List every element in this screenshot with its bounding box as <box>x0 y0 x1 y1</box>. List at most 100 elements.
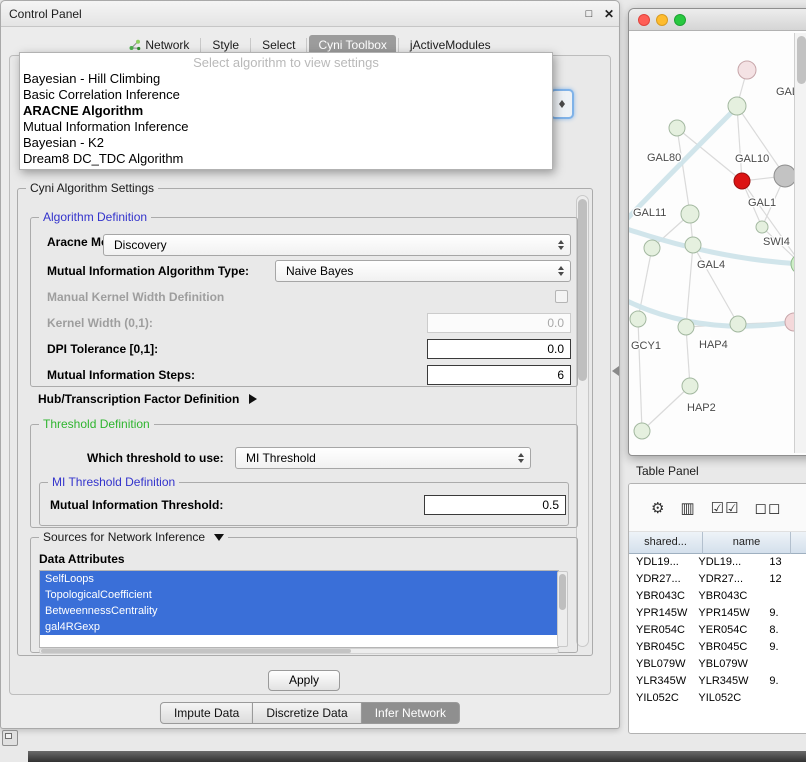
mi-steps-field[interactable]: 6 <box>427 365 571 385</box>
table-row[interactable]: YDR27...YDR27...12 <box>629 571 806 588</box>
attribute-item-betweennesscentrality[interactable]: BetweennessCentrality <box>40 603 558 619</box>
network-graph[interactable]: GAL7GAL80GAL10GAL11GAL1SWI4GAL4GCY1HAP4H… <box>629 31 806 456</box>
attribute-item-topologicalcoefficient[interactable]: TopologicalCoefficient <box>40 587 558 603</box>
bottom-tab-infer-network[interactable]: Infer Network <box>361 702 460 724</box>
network-edge <box>737 106 742 181</box>
network-node-5[interactable] <box>681 205 699 223</box>
network-vscrollbar[interactable] <box>794 33 806 453</box>
dropdown-item-dream8-dc-tdc-algorithm[interactable]: Dream8 DC_TDC Algorithm <box>20 151 552 167</box>
floating-panel-icon[interactable] <box>2 730 18 746</box>
network-node-9[interactable] <box>685 237 701 253</box>
table-row[interactable]: YLR345WYLR345W9. <box>629 673 806 690</box>
attributes-scrollbar-thumb[interactable] <box>559 574 566 610</box>
attribute-item-selfloops[interactable]: SelfLoops <box>40 571 558 587</box>
dropdown-item-basic-correlation-inference[interactable]: Basic Correlation Inference <box>20 87 552 103</box>
table-row[interactable]: YPR145WYPR145W9. <box>629 605 806 622</box>
algorithm-combo-arrow-fragment[interactable] <box>550 89 574 119</box>
manual-kernel-checkbox[interactable] <box>555 290 568 303</box>
table-row[interactable]: YBR045CYBR045C9. <box>629 639 806 656</box>
attributes-hscrollbar[interactable] <box>39 648 559 654</box>
table-cell: YBL079W <box>629 656 691 673</box>
column-header-name[interactable]: name <box>703 532 791 554</box>
table-row[interactable]: YER054CYER054C8. <box>629 622 806 639</box>
dropdown-item-aracne-algorithm[interactable]: ARACNE Algorithm <box>20 103 552 119</box>
kernel-width-field[interactable]: 0.0 <box>427 313 571 333</box>
combo-arrows-icon <box>552 240 570 250</box>
bottom-tab-impute-data[interactable]: Impute Data <box>160 702 253 724</box>
table-cell: YPR145W <box>629 605 691 622</box>
show-columns-icon[interactable]: ▥ <box>680 499 695 517</box>
minimize-traffic-light[interactable] <box>656 14 668 26</box>
aracne-mode-value: Discovery <box>104 238 552 252</box>
control-panel-titlebar: Control Panel □ ✕ <box>1 1 619 27</box>
table-toolbar: ⚙ ▥ ☑☑ ◻◻ <box>629 484 806 532</box>
network-vscrollbar-thumb[interactable] <box>797 36 806 84</box>
dropdown-placeholder: Select algorithm to view settings <box>20 54 552 71</box>
dropdown-item-mutual-information-inference[interactable]: Mutual Information Inference <box>20 119 552 135</box>
network-node-14[interactable] <box>682 378 698 394</box>
panel-collapse-arrow-icon[interactable] <box>612 366 619 376</box>
dpi-tolerance-field[interactable]: 0.0 <box>427 339 571 359</box>
network-node-label-gal11: GAL11 <box>633 207 666 219</box>
kernel-width-label: Kernel Width (0,1): <box>47 312 153 334</box>
column-header-shared[interactable]: shared... <box>629 532 703 554</box>
dropdown-item-bayesian-hill-climbing[interactable]: Bayesian - Hill Climbing <box>20 71 552 87</box>
attributes-hscrollbar-thumb[interactable] <box>41 649 351 653</box>
network-node-2[interactable] <box>669 120 685 136</box>
control-panel-window: Control Panel □ ✕ NetworkStyleSelectCyni… <box>0 0 620 729</box>
close-traffic-light[interactable] <box>638 14 650 26</box>
attribute-item-gal4rgexp[interactable]: gal4RGexp <box>40 619 558 635</box>
table-cell: YDR27... <box>629 571 691 588</box>
attributes-scrollbar[interactable] <box>557 571 568 647</box>
which-threshold-combo[interactable]: MI Threshold <box>235 447 531 469</box>
network-canvas[interactable]: GAL7GAL80GAL10GAL11GAL1SWI4GAL4GCY1HAP4H… <box>629 31 806 456</box>
table-cell: 9. <box>765 639 806 656</box>
network-edge <box>642 386 690 431</box>
table-panel: ⚙▥☑☑◻◻ shared...name YDL19...YDL19...13Y… <box>628 483 806 734</box>
aracne-mode-combo[interactable]: Discovery <box>103 234 571 256</box>
mi-type-combo[interactable]: Naive Bayes <box>275 260 571 282</box>
data-attributes-list[interactable]: SelfLoopsTopologicalCoefficientBetweenne… <box>39 570 559 648</box>
tab-label: Style <box>212 38 239 52</box>
settings-gear-icon[interactable]: ⚙ <box>651 499 665 517</box>
hub-definition-toggle[interactable]: Hub/Transcription Factor Definition <box>38 392 257 406</box>
threshold-definition-group: Threshold Definition Which threshold to … <box>30 424 578 528</box>
zoom-traffic-light[interactable] <box>674 14 686 26</box>
dropdown-item-bayesian-k2[interactable]: Bayesian - K2 <box>20 135 552 151</box>
network-node-1[interactable] <box>728 97 746 115</box>
table-row[interactable]: YIL052CYIL052C <box>629 690 806 707</box>
table-row[interactable]: YDL19...YDL19...13 <box>629 554 806 571</box>
settings-scrollbar-thumb[interactable] <box>578 199 587 381</box>
combo-arrows-icon <box>552 266 570 276</box>
algorithm-definition-legend: Algorithm Definition <box>39 210 151 224</box>
table-cell: YBR045C <box>629 639 691 656</box>
bottom-tab-discretize-data[interactable]: Discretize Data <box>252 702 361 724</box>
sources-legend-toggle[interactable]: Sources for Network Inference <box>39 530 228 544</box>
network-node-8[interactable] <box>644 240 660 256</box>
window-title: Control Panel <box>9 1 82 27</box>
column-header-2[interactable] <box>791 532 806 554</box>
network-node-11[interactable] <box>630 311 646 327</box>
table-cell: 12 <box>765 571 806 588</box>
network-node-0[interactable] <box>738 61 756 79</box>
network-node-10[interactable] <box>730 316 746 332</box>
clear-checks-icon[interactable]: ◻◻ <box>755 499 782 517</box>
network-node-12[interactable] <box>678 319 694 335</box>
table-row[interactable]: YBR043CYBR043C <box>629 588 806 605</box>
restore-window-icon[interactable]: □ <box>581 6 597 22</box>
network-node-15[interactable] <box>634 423 650 439</box>
close-window-icon[interactable]: ✕ <box>601 6 617 22</box>
mi-threshold-field[interactable]: 0.5 <box>424 495 566 515</box>
network-node-3[interactable] <box>734 173 750 189</box>
network-node-label-gal1: GAL1 <box>748 197 776 209</box>
tab-separator <box>250 38 251 52</box>
network-node-4[interactable] <box>774 165 796 187</box>
sources-legend-label: Sources for Network Inference <box>43 530 205 544</box>
background-window-strip <box>28 751 806 762</box>
table-row[interactable]: YBL079WYBL079W <box>629 656 806 673</box>
network-node-6[interactable] <box>756 221 768 233</box>
network-thick-edge <box>629 299 794 326</box>
select-all-checks-icon[interactable]: ☑☑ <box>711 499 740 517</box>
combo-down-arrow-icon <box>559 104 565 108</box>
apply-button[interactable]: Apply <box>268 670 340 691</box>
